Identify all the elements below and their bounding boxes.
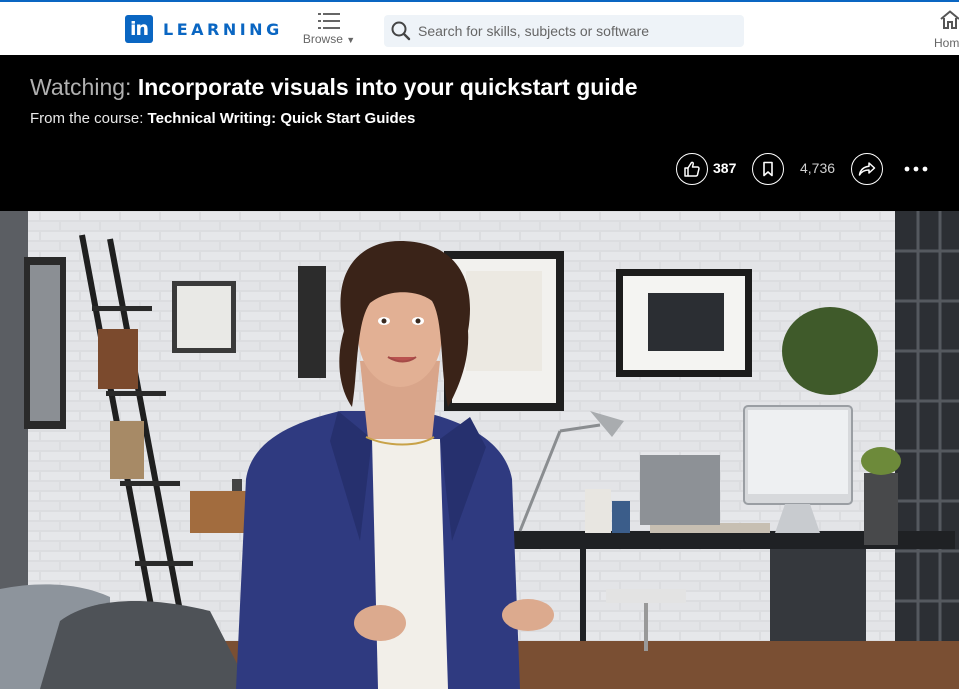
bookmark-icon [763, 161, 773, 177]
linkedin-in-badge: in [125, 15, 153, 43]
home-nav-button[interactable]: Home [930, 10, 959, 50]
save-button[interactable] [752, 153, 784, 185]
video-actions: 387 4,736 [0, 153, 959, 187]
search-icon [391, 21, 411, 41]
like-count: 387 [713, 160, 737, 176]
browse-menu-button[interactable]: Browse ▼ [300, 8, 358, 52]
caret-down-icon: ▼ [346, 35, 356, 45]
search-input[interactable] [418, 23, 738, 39]
share-button[interactable] [851, 153, 883, 185]
video-title: Incorporate visuals into your quickstart… [137, 74, 638, 100]
course-line: From the course: Technical Writing: Quic… [30, 110, 415, 127]
logo-wordmark: LEARNING [163, 19, 283, 39]
video-header: Watching: Incorporate visuals into your … [0, 55, 959, 211]
save-count: 4,736 [800, 160, 836, 176]
more-options-icon[interactable] [904, 161, 928, 177]
title-prefix: Watching: [30, 74, 132, 100]
page-title: Watching: Incorporate visuals into your … [30, 74, 638, 101]
linkedin-learning-logo[interactable]: in LEARNING [125, 15, 283, 43]
share-icon [858, 162, 876, 176]
video-frame [0, 211, 959, 689]
video-player[interactable] [0, 211, 959, 689]
home-label: Home [933, 36, 959, 50]
thumbs-up-icon [684, 161, 700, 177]
search-bar[interactable] [384, 15, 744, 47]
course-prefix: From the course: [30, 110, 144, 127]
top-navigation: in LEARNING Browse ▼ Home [0, 0, 959, 55]
home-icon [940, 10, 959, 29]
course-link[interactable]: Technical Writing: Quick Start Guides [148, 110, 416, 127]
list-menu-icon [318, 13, 340, 29]
like-button[interactable] [676, 153, 708, 185]
browse-label: Browse ▼ [302, 32, 356, 46]
